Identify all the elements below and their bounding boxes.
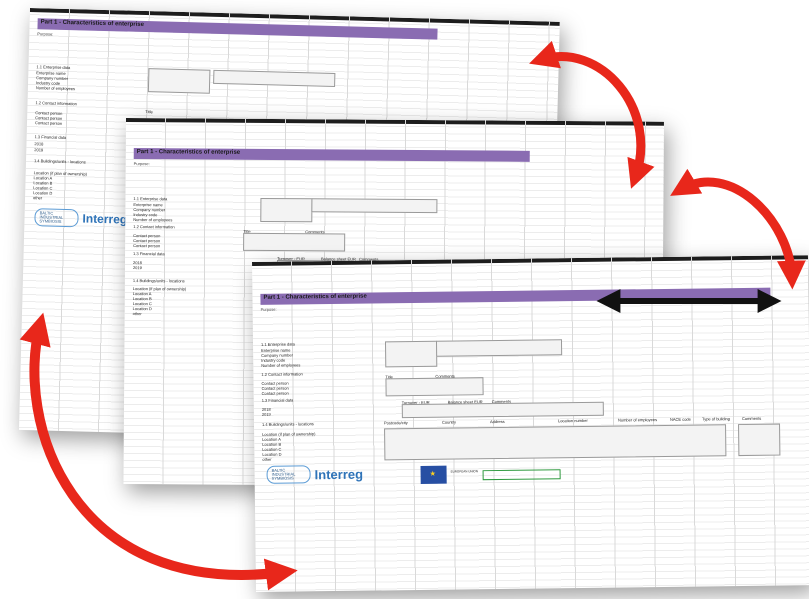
- double-arrow-back-to-middle: [529, 40, 655, 189]
- arrows-layer: [19, 40, 806, 591]
- double-arrow-middle-to-front: [670, 168, 806, 290]
- double-arrow-back-to-front: [19, 312, 298, 591]
